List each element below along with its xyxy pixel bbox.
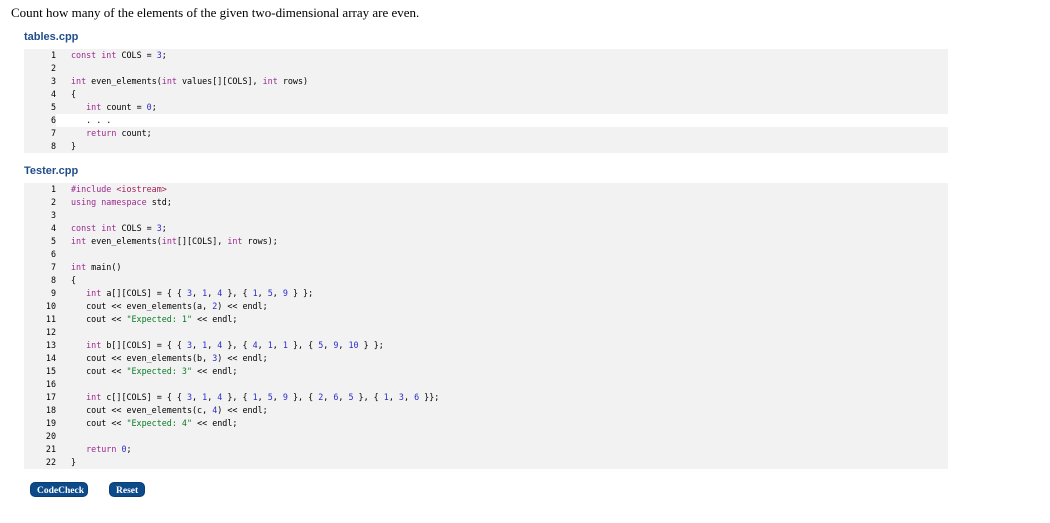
code-line: 1 #include <iostream> bbox=[24, 183, 948, 196]
code-line: 2 bbox=[24, 62, 948, 75]
code-line: 22} bbox=[24, 456, 948, 469]
code-line: 13 int b[][COLS] = { { 3, 1, 4 }, { 4, 1… bbox=[24, 339, 948, 352]
line-number: 16 bbox=[45, 379, 56, 389]
code-line: 11 cout << "Expected: 1" << endl; bbox=[24, 313, 948, 326]
editable-code-line[interactable]: 6 . . . bbox=[24, 114, 948, 127]
line-number: 18 bbox=[45, 405, 56, 415]
line-number: 13 bbox=[45, 340, 56, 350]
file-name-tables: tables.cpp bbox=[24, 31, 79, 43]
problem-prompt: Count how many of the elements of the gi… bbox=[11, 5, 420, 20]
code-line: 16 bbox=[24, 378, 948, 391]
code-line: 17 int c[][COLS] = { { 3, 1, 4 }, { 1, 5… bbox=[24, 391, 948, 404]
code-line: 8{ bbox=[24, 274, 948, 287]
code-line: 4{ bbox=[24, 88, 948, 101]
line-number: 17 bbox=[45, 392, 56, 402]
code-text: { bbox=[71, 89, 77, 99]
code-text: cout << "Expected: 1" << endl; bbox=[71, 314, 238, 324]
line-number: 4 bbox=[50, 89, 56, 99]
code-text: int b[][COLS] = { { 3, 1, 4 }, { 4, 1, 1… bbox=[86, 340, 384, 350]
code-text[interactable]: . . . bbox=[56, 114, 948, 127]
code-text: cout << "Expected: 3" << endl; bbox=[71, 366, 238, 376]
line-number: 15 bbox=[45, 366, 56, 376]
code-line: 7 int main() bbox=[24, 261, 948, 274]
line-number: 9 bbox=[50, 288, 56, 298]
line-number: 3 bbox=[50, 210, 56, 220]
code-line: 14 cout << even_elements(b, 3) << endl; bbox=[24, 352, 948, 365]
line-number: 1 bbox=[50, 184, 56, 194]
line-number: 22 bbox=[45, 457, 56, 467]
code-text: int a[][COLS] = { { 3, 1, 4 }, { 1, 5, 9… bbox=[86, 288, 314, 298]
line-number: 6 bbox=[50, 249, 56, 259]
file-name-tester: Tester.cpp bbox=[24, 165, 79, 177]
line-number: 12 bbox=[45, 327, 56, 337]
code-line: 12 bbox=[24, 326, 948, 339]
code-line: 8} bbox=[24, 140, 948, 153]
code-text: } bbox=[71, 457, 77, 467]
code-text: { bbox=[71, 275, 77, 285]
reset-button[interactable]: Reset bbox=[109, 482, 145, 497]
line-number: 5 bbox=[50, 102, 56, 112]
code-text: cout << even_elements(a, 2) << endl; bbox=[71, 301, 268, 311]
code-text: using namespace std; bbox=[71, 197, 172, 207]
code-line: 7 return count; bbox=[24, 127, 948, 140]
codecheck-button[interactable]: CodeCheck bbox=[30, 482, 88, 497]
code-text: int main() bbox=[71, 262, 122, 272]
code-line: 10 cout << even_elements(a, 2) << endl; bbox=[24, 300, 948, 313]
code-text: cout << even_elements(b, 3) << endl; bbox=[71, 353, 268, 363]
code-text: return count; bbox=[86, 128, 152, 138]
line-number: 5 bbox=[50, 236, 56, 246]
code-line: 3 int even_elements(int values[][COLS], i… bbox=[24, 75, 948, 88]
code-text: } bbox=[71, 141, 77, 151]
line-number: 8 bbox=[50, 141, 56, 151]
code-text: int even_elements(int[][COLS], int rows)… bbox=[71, 236, 278, 246]
code-text: #include <iostream> bbox=[71, 184, 167, 194]
line-number: 7 bbox=[50, 128, 56, 138]
line-number: 4 bbox=[50, 223, 56, 233]
line-number: 2 bbox=[50, 197, 56, 207]
line-number: 14 bbox=[45, 353, 56, 363]
code-line: 20 bbox=[24, 430, 948, 443]
line-number: 10 bbox=[45, 301, 56, 311]
code-viewer-tester: 1 #include <iostream> 2 using namespace std… bbox=[24, 183, 948, 469]
code-line: 18 cout << even_elements(c, 4) << endl; bbox=[24, 404, 948, 417]
line-number: 11 bbox=[45, 314, 56, 324]
code-text: return 0; bbox=[86, 444, 132, 454]
code-text: const int COLS = 3; bbox=[71, 50, 167, 60]
code-line: 15 cout << "Expected: 3" << endl; bbox=[24, 365, 948, 378]
code-editor-tables[interactable]: 1 const int COLS = 3; 2 3 int even_elements(… bbox=[24, 49, 948, 153]
line-number: 7 bbox=[50, 262, 56, 272]
line-number: 8 bbox=[50, 275, 56, 285]
code-text: int even_elements(int values[][COLS], in… bbox=[71, 76, 309, 86]
code-text: int c[][COLS] = { { 3, 1, 4 }, { 1, 5, 9… bbox=[86, 392, 440, 402]
line-number: 21 bbox=[45, 444, 56, 454]
line-number: 19 bbox=[45, 418, 56, 428]
code-line: 3 bbox=[24, 209, 948, 222]
code-line: 6 bbox=[24, 248, 948, 261]
line-number: 20 bbox=[45, 431, 56, 441]
line-number: 3 bbox=[50, 76, 56, 86]
code-line: 4 const int COLS = 3; bbox=[24, 222, 948, 235]
code-line: 19 cout << "Expected: 4" << endl; bbox=[24, 417, 948, 430]
code-line: 9 int a[][COLS] = { { 3, 1, 4 }, { 1, 5,… bbox=[24, 287, 948, 300]
code-text: cout << even_elements(c, 4) << endl; bbox=[71, 405, 268, 415]
code-text: int count = 0; bbox=[86, 102, 157, 112]
code-line: 2 using namespace std; bbox=[24, 196, 948, 209]
code-text: cout << "Expected: 4" << endl; bbox=[71, 418, 238, 428]
code-line: 1 const int COLS = 3; bbox=[24, 49, 948, 62]
code-line: 5 int count = 0; bbox=[24, 101, 948, 114]
code-text: const int COLS = 3; bbox=[71, 223, 167, 233]
code-line: 21 return 0; bbox=[24, 443, 948, 456]
line-number: 1 bbox=[50, 50, 56, 60]
line-number: 6 bbox=[50, 115, 56, 125]
code-line: 5 int even_elements(int[][COLS], int rows… bbox=[24, 235, 948, 248]
line-number: 2 bbox=[50, 63, 56, 73]
